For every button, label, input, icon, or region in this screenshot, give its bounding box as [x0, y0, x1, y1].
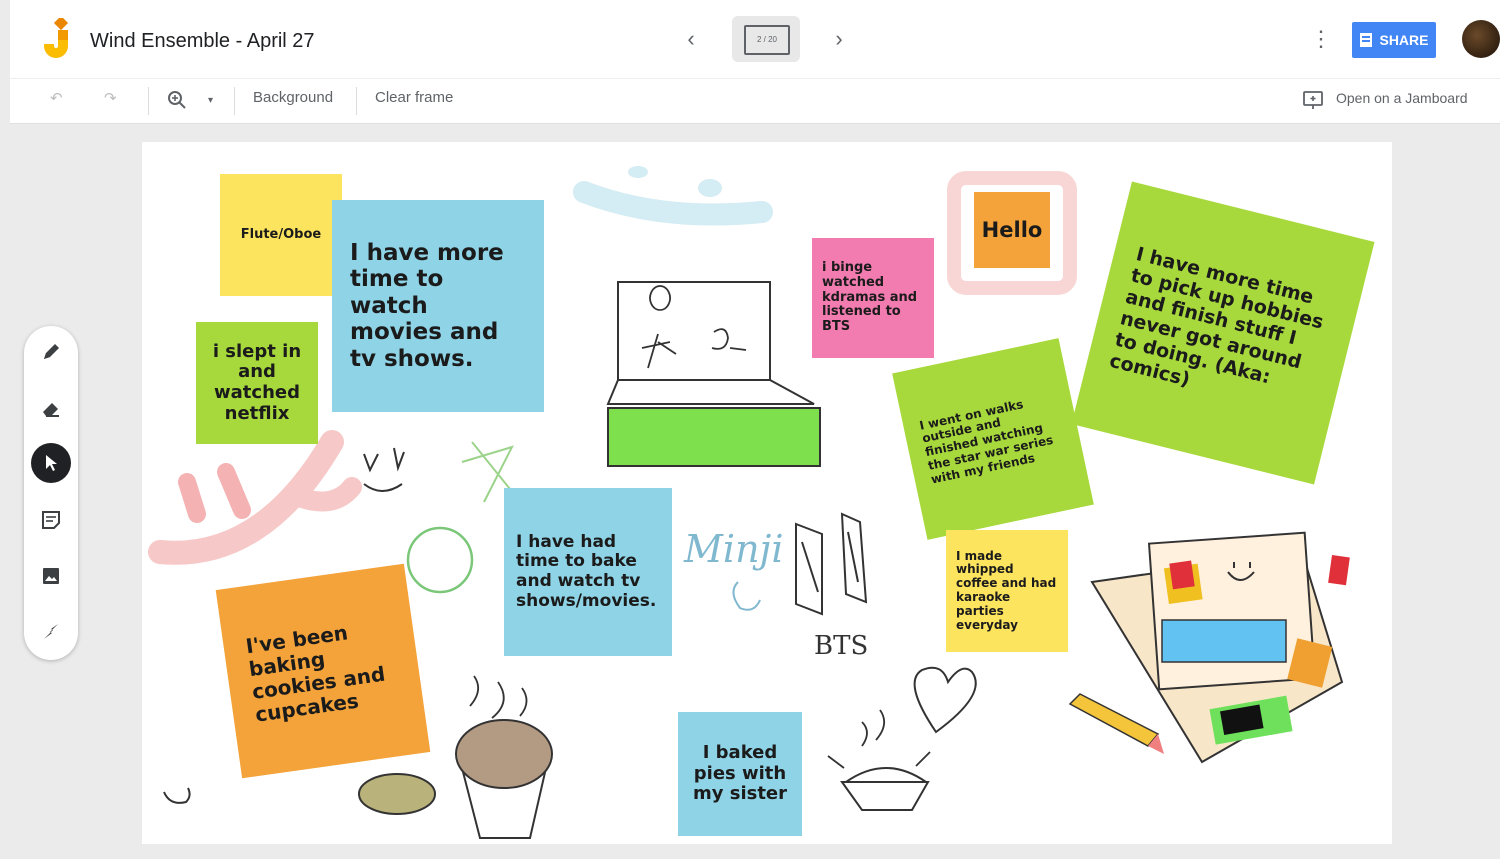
sticky-note[interactable]: I made whipped coffee and had karaoke pa…: [946, 530, 1068, 652]
frame-indicator: 2 / 20: [744, 25, 790, 55]
sticky-note[interactable]: I have more time to watch movies and tv …: [332, 200, 544, 412]
image-icon: [43, 568, 59, 584]
account-avatar[interactable]: [1462, 20, 1500, 58]
open-on-jamboard-button[interactable]: Open on a Jamboard: [1336, 90, 1468, 106]
document-title[interactable]: Wind Ensemble - April 27: [90, 30, 315, 53]
frame-bar-button[interactable]: 2 / 20: [732, 16, 800, 62]
add-image-tool[interactable]: [31, 556, 71, 596]
share-label: SHARE: [1379, 32, 1429, 48]
sticky-note[interactable]: i binge watched kdramas and listened to …: [812, 238, 934, 358]
jamboard-canvas[interactable]: Minji BTS Flute/Oboe I have more time to…: [142, 142, 1392, 844]
sticky-note[interactable]: i slept in and watched netflix: [196, 322, 318, 444]
previous-frame-button[interactable]: ‹: [676, 26, 706, 52]
sticky-note[interactable]: Hello: [974, 192, 1050, 268]
tool-palette: [24, 326, 78, 660]
sticky-note[interactable]: I went on walks outside and finished wat…: [892, 338, 1094, 540]
jamboard-device-icon: [1303, 91, 1323, 109]
sticky-note[interactable]: I've been baking cookies and cupcakes: [215, 563, 431, 779]
clear-frame-button[interactable]: Clear frame: [375, 89, 453, 106]
cursor-arrow-icon: [46, 455, 57, 471]
top-bar: Wind Ensemble - April 27 ‹ 2 / 20 › ⋮ SH…: [10, 0, 1500, 78]
toolbar-divider: [148, 87, 149, 115]
sticky-note[interactable]: I baked pies with my sister: [678, 712, 802, 836]
drive-file-icon: [1360, 33, 1373, 47]
eraser-tool[interactable]: [31, 388, 71, 428]
sticky-note[interactable]: I have had time to bake and watch tv sho…: [504, 488, 672, 656]
toolbar-divider: [356, 87, 357, 115]
zoom-icon[interactable]: [166, 89, 188, 111]
jamboard-logo-icon: [44, 18, 69, 58]
pen-icon: [44, 344, 59, 359]
background-button[interactable]: Background: [253, 89, 333, 106]
undo-icon[interactable]: ↶: [50, 89, 63, 107]
sticky-note-icon: [42, 511, 60, 529]
laser-pointer-icon: [44, 624, 58, 639]
laser-tool[interactable]: [31, 612, 71, 652]
select-tool[interactable]: [31, 443, 71, 483]
zoom-dropdown-icon[interactable]: ▾: [208, 95, 213, 106]
sticky-note[interactable]: Flute/Oboe: [220, 174, 342, 296]
toolbar-divider: [234, 87, 235, 115]
eraser-icon: [43, 403, 59, 417]
more-options-icon[interactable]: ⋮: [1310, 26, 1332, 52]
sticky-note-tool[interactable]: [31, 500, 71, 540]
next-frame-button[interactable]: ›: [824, 26, 854, 52]
pen-tool[interactable]: [31, 332, 71, 372]
minji-handwriting: Minji: [683, 527, 783, 571]
redo-icon[interactable]: ↷: [104, 89, 117, 107]
share-button[interactable]: SHARE: [1352, 22, 1436, 58]
bts-handwriting: BTS: [814, 631, 868, 661]
toolbar: ↶ ↷ ▾ Background Clear frame Open on a J…: [10, 78, 1500, 124]
